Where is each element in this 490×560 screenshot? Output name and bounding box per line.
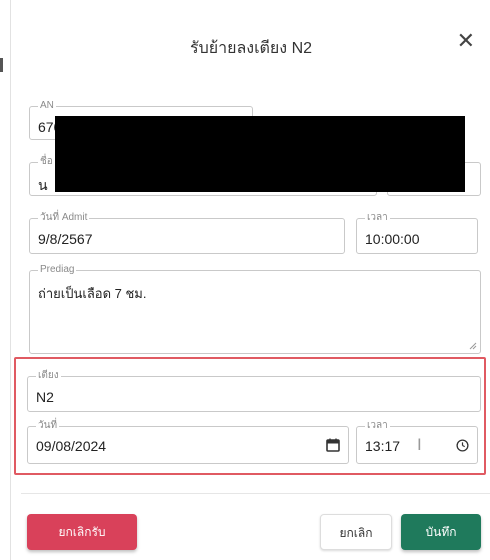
prediag-field[interactable]: Prediag ถ่ายเป็นเลือด 7 ชม. (29, 264, 481, 354)
resize-handle-icon[interactable] (469, 342, 477, 350)
name-value: น (38, 177, 48, 193)
admit-time-field[interactable]: เวลา 10:00:00 (356, 212, 478, 254)
admit-date-label: วันที่ Admit (38, 212, 90, 224)
admit-date-field[interactable]: วันที่ Admit 9/8/2567 (29, 212, 345, 254)
window-edge-mark (0, 58, 3, 72)
highlight-box (14, 357, 486, 475)
close-icon[interactable]: ✕ (457, 30, 475, 52)
prediag-value: ถ่ายเป็นเลือด 7 ชม. (38, 286, 147, 301)
an-label: AN (38, 100, 56, 112)
bed-transfer-dialog: รับย้ายลงเตียง N2 ✕ AN 67000000 ชื่อ น ว… (10, 0, 490, 560)
save-button[interactable]: บันทึก (401, 514, 481, 550)
prediag-label: Prediag (38, 264, 77, 276)
footer-divider (21, 493, 490, 494)
cancel-admit-button[interactable]: ยกเลิกรับ (27, 514, 137, 550)
admit-date-value: 9/8/2567 (38, 231, 93, 247)
cancel-button[interactable]: ยกเลิก (320, 514, 392, 550)
admit-time-value: 10:00:00 (365, 231, 420, 247)
dialog-title: รับย้ายลงเตียง N2 (189, 40, 313, 57)
admit-time-label: เวลา (365, 212, 390, 224)
redacted-block (55, 116, 465, 192)
name-label: ชื่อ (38, 156, 55, 168)
